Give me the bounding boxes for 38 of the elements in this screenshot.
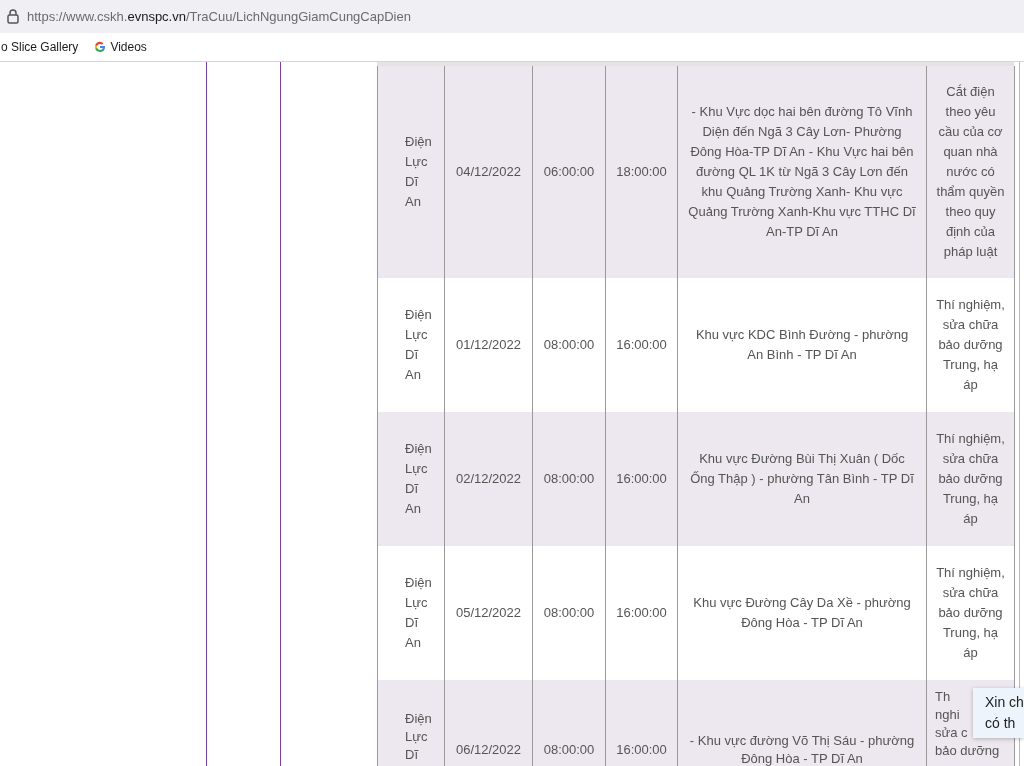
- date-cell: 01/12/2022: [455, 337, 522, 352]
- time-cell: 08:00:00: [543, 471, 595, 486]
- time-cell: 08:00:00: [543, 605, 595, 620]
- time-cell: 06:00:00: [543, 164, 595, 179]
- time-cell: 16:00:00: [616, 337, 667, 352]
- reason-cell: Cắt điện theo yêu cầu của cơ quan nhà nước có thẩm quyền theo quy định của pháp luật: [936, 84, 1005, 259]
- area-cell: Khu vực KDC Bình Đường - phường An Bình - TP Dĩ An: [695, 327, 909, 362]
- time-cell: 16:00:00: [616, 471, 667, 486]
- area-cell: Khu vực Đường Bùi Thị Xuân ( Dốc Ống Thập ) - phường Tân Bình - TP Dĩ An: [690, 451, 914, 506]
- lock-icon: [7, 9, 19, 24]
- date-cell: 06/12/2022: [455, 741, 522, 757]
- unit-cell: Điện Lực Dĩ: [405, 711, 432, 762]
- time-cell: 08:00:00: [543, 741, 595, 757]
- reason-text: Th: [935, 688, 951, 706]
- reason-text: bảo dưỡng: [935, 742, 1000, 760]
- time-cell: 16:00:00: [616, 605, 667, 620]
- date-cell: 05/12/2022: [455, 605, 522, 620]
- reason-cell: Thí nghiệm, sửa chữa bảo dưỡng Trung, hạ áp: [936, 431, 1005, 526]
- area-cell: - Khu vực đường Võ Thị Sáu - phường Đông Hòa - TP Dĩ An: [689, 732, 915, 766]
- unit-cell: Điện Lực Dĩ An: [405, 307, 432, 382]
- unit-cell: Điện Lực Dĩ An: [405, 575, 432, 650]
- time-cell: 18:00:00: [616, 164, 667, 179]
- unit-cell: Điện Lực Dĩ An: [405, 134, 432, 209]
- google-icon: [94, 41, 107, 53]
- reason-text: nghi: [935, 706, 960, 724]
- time-cell: 08:00:00: [543, 337, 595, 352]
- unit-cell: Điện Lực Dĩ An: [405, 441, 432, 516]
- bookmark-link[interactable]: Videos: [110, 38, 147, 56]
- reason-cell: Thí nghiệm, sửa chữa bảo dưỡng Trung, hạ áp: [936, 565, 1005, 660]
- date-cell: 04/12/2022: [455, 164, 522, 179]
- reason-text: sửa c: [935, 724, 968, 742]
- area-cell: - Khu Vực dọc hai bên đường Tô Vĩnh Diện đến Ngã 3 Cây Lơn- Phường Đông Hòa-TP Dĩ An - Khu Vực hai bên đường QL 1K từ Ngã 3 Cây Lơn đến khu Quảng Trường Xanh- Khu vực Quảng Trường Xanh-Khu vực TTHC Dĩ An-TP Dĩ An: [688, 104, 916, 239]
- area-cell: Khu vực Đường Cây Da Xề - phường Đông Hòa - TP Dĩ An: [693, 595, 911, 630]
- tooltip: Xin ch có th: [973, 688, 1024, 738]
- bookmark-link[interactable]: o Slice Gallery: [1, 38, 79, 56]
- reason-cell: Thí nghiệm, sửa chữa bảo dưỡng Trung, hạ áp: [936, 297, 1005, 392]
- date-cell: 02/12/2022: [455, 471, 522, 486]
- time-cell: 16:00:00: [616, 741, 667, 757]
